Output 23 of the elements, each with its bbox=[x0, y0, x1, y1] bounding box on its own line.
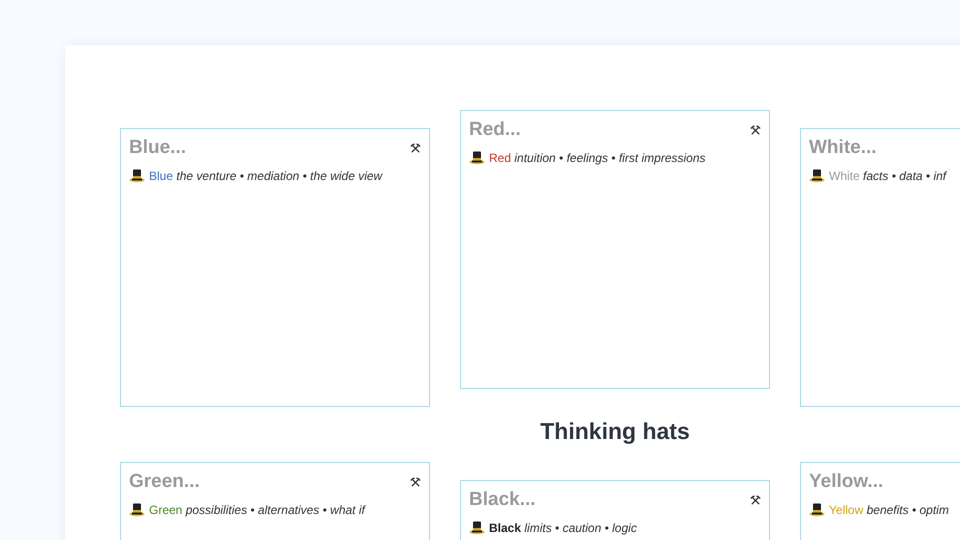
card-title: Black... bbox=[469, 488, 536, 512]
card-title: White... bbox=[809, 136, 877, 160]
hammer-pick-icon[interactable] bbox=[410, 476, 421, 488]
hat-description: Blue the venture • mediation • the wide view bbox=[149, 168, 382, 185]
top-hat-icon bbox=[129, 503, 145, 517]
card-title: Green... bbox=[129, 470, 200, 494]
top-hat-icon bbox=[809, 503, 825, 517]
top-hat-icon bbox=[129, 169, 145, 183]
hat-description: Yellow benefits • optim bbox=[829, 502, 949, 519]
card-title: Red... bbox=[469, 118, 521, 142]
hat-description: Red intuition • feelings • first impressions bbox=[489, 150, 706, 167]
hammer-pick-icon[interactable] bbox=[750, 124, 761, 136]
hat-description: White facts • data • inf bbox=[829, 168, 946, 185]
hat-description: Black limits • caution • logic bbox=[489, 520, 637, 537]
card-title: Blue... bbox=[129, 136, 186, 160]
hammer-pick-icon[interactable] bbox=[750, 494, 761, 506]
top-hat-icon bbox=[469, 521, 485, 535]
top-hat-icon bbox=[469, 151, 485, 165]
hammer-pick-icon[interactable] bbox=[410, 142, 421, 154]
card-title: Yellow... bbox=[809, 470, 884, 494]
hat-description: Green possibilities • alternatives • what if bbox=[149, 502, 365, 519]
top-hat-icon bbox=[809, 169, 825, 183]
section-heading: Thinking hats bbox=[540, 418, 690, 444]
